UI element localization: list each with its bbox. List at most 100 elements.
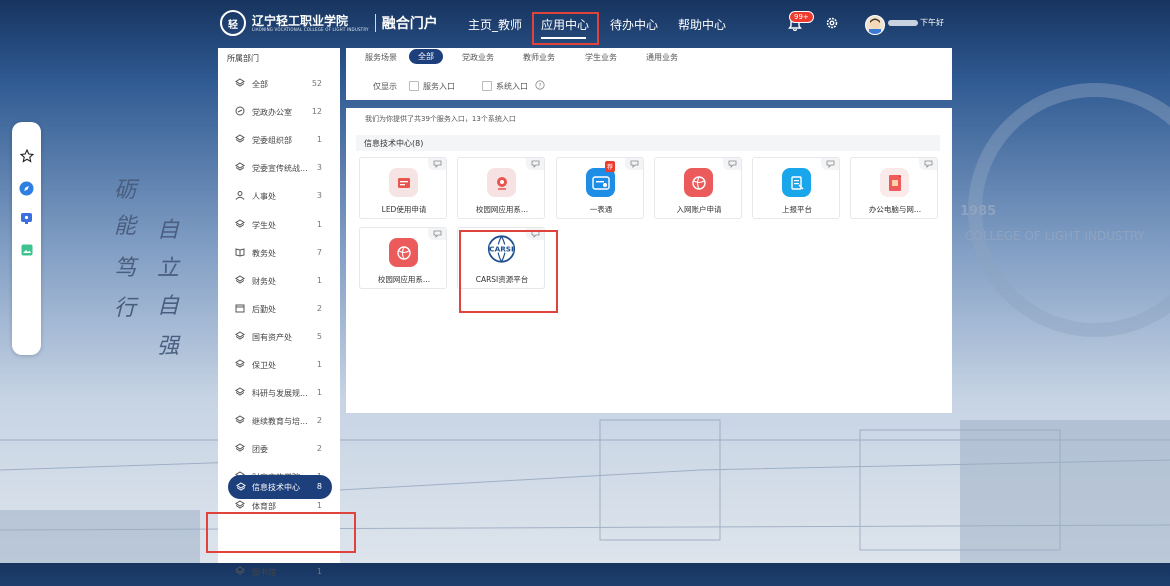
sidebar-item-label: 团委 [252, 445, 268, 455]
layers-icon [235, 134, 245, 143]
nav-todo-center[interactable]: 待办中心 [610, 16, 658, 33]
app-card-led-apply[interactable]: LED使用申请 [359, 157, 447, 219]
calligraphy-char: 强 [157, 334, 180, 359]
layers-icon [235, 415, 245, 424]
sidebar-item-count: 3 [316, 191, 322, 201]
calligraphy-char: 能 [114, 214, 137, 239]
gear-icon[interactable] [826, 17, 838, 29]
sidebar-item-label: 党委宣传统战... [252, 164, 308, 174]
monitor-icon[interactable] [19, 211, 34, 226]
system-entry-checkbox[interactable] [482, 81, 492, 91]
layers-icon [235, 566, 245, 575]
app-card-campus-net[interactable]: 校园网应用系... [457, 157, 545, 219]
favorite-icon[interactable] [821, 158, 839, 170]
chip-teacher-business[interactable]: 教师业务 [523, 52, 555, 63]
globe-icon [684, 168, 713, 197]
app-card-label: 一表通 [589, 205, 613, 214]
system-entry-label[interactable]: 系统入口 [496, 81, 528, 92]
report-icon [782, 168, 811, 197]
favorite-icon[interactable] [919, 158, 937, 170]
college-seal-background: COLLEGE OF LIGHT INDUSTRY 1985 [960, 83, 1170, 337]
sidebar-item-label: 学生处 [252, 220, 276, 230]
favorite-icon[interactable] [428, 158, 446, 170]
chip-student-business[interactable]: 学生业务 [585, 52, 617, 63]
sidebar-item-count: 1 [316, 275, 322, 285]
sidebar-item-count: 2 [316, 444, 322, 454]
image-icon[interactable] [19, 242, 34, 257]
sidebar-item[interactable]: 继续教育与培... 2 [218, 407, 340, 435]
sidebar-item[interactable]: 国有资产处 5 [218, 323, 340, 351]
chip-all[interactable]: 全部 [409, 49, 443, 64]
highlight-box-nav [532, 12, 599, 45]
favorite-icon[interactable] [723, 158, 741, 170]
app-card-label: 办公电脑与网... [868, 205, 922, 214]
chip-general-business[interactable]: 通用业务 [646, 52, 678, 63]
portal-name: 融合门户 [381, 16, 438, 32]
favorite-icon[interactable] [428, 228, 446, 240]
quick-dock [12, 122, 41, 355]
entry-summary: 我们为你提供了共39个服务入口，13个系统入口 [365, 115, 516, 123]
app-card-label: 校园网应用系... [475, 205, 529, 214]
college-logo[interactable]: 轻 辽宁轻工职业学院 LIAONING VOCATIONAL COLLEGE O… [220, 10, 438, 36]
sidebar-item-count: 3 [316, 163, 322, 173]
sidebar-item[interactable]: 学生处 1 [218, 211, 340, 239]
app-card-network-account[interactable]: 入网账户申请 [654, 157, 742, 219]
sidebar-item[interactable]: 党政办公室 12 [218, 98, 340, 126]
app-card-label: LED使用申请 [381, 205, 427, 214]
led-apply-icon [389, 168, 418, 197]
sidebar-item[interactable]: 科研与发展规... 1 [218, 379, 340, 407]
sidebar-item-label: 科研与发展规... [252, 389, 308, 399]
sidebar-item-count: 1 [316, 388, 322, 398]
sidebar-item-count: 1 [316, 566, 322, 576]
help-circle-icon[interactable]: ? [535, 80, 545, 90]
sidebar-item-count: 52 [311, 79, 322, 88]
sidebar-item-active[interactable]: 信息技术中心 8 [228, 475, 332, 499]
sidebar-item[interactable]: 全部 52 [218, 70, 340, 98]
sidebar-item[interactable]: 人事处 3 [218, 182, 340, 210]
sidebar-item[interactable]: 团委 2 [218, 435, 340, 463]
sidebar-item-count: 8 [316, 482, 322, 491]
nav-help-center[interactable]: 帮助中心 [678, 16, 726, 33]
school-name-en: LIAONING VOCATIONAL COLLEGE OF LIGHT IND… [252, 26, 369, 32]
sidebar-item[interactable]: 后勤处 2 [218, 295, 340, 323]
app-card-report-platform[interactable]: 上报平台 [752, 157, 840, 219]
layers-icon [235, 387, 245, 396]
sidebar-item[interactable]: 图书馆 1 [218, 558, 340, 586]
group-header-bar [356, 135, 940, 151]
scene-label: 服务场景 [365, 53, 397, 62]
app-card-office-pc[interactable]: 办公电脑与网... [850, 157, 938, 219]
sidebar-item-label: 图书馆 [252, 567, 276, 577]
sidebar-item[interactable]: 财务处 1 [218, 267, 340, 295]
compass-icon[interactable] [19, 181, 34, 196]
favorite-icon[interactable] [625, 158, 643, 170]
chip-party-business[interactable]: 党政业务 [462, 52, 494, 63]
favorite-icon[interactable] [526, 158, 544, 170]
greeting-text[interactable]: 下午好 [920, 17, 944, 28]
sidebar-item[interactable]: 教务处 7 [218, 239, 340, 267]
sidebar-item-label: 保卫处 [252, 361, 276, 370]
user-avatar[interactable] [865, 15, 885, 35]
service-entry-label[interactable]: 服务入口 [423, 81, 455, 92]
sidebar-title: 所属部门 [227, 54, 259, 63]
sidebar-item-count: 1 [316, 135, 322, 145]
highlight-box-carsi [459, 230, 558, 313]
layers-icon [236, 482, 246, 491]
sidebar-item[interactable]: 党委宣传统战... 3 [218, 154, 340, 182]
sidebar-item[interactable]: 保卫处 1 [218, 351, 340, 379]
layers-icon [235, 78, 245, 87]
app-card-campus-net-2[interactable]: 校园网应用系... [359, 227, 447, 289]
service-entry-checkbox[interactable] [409, 81, 419, 91]
layers-icon [235, 275, 245, 284]
party-icon [235, 106, 245, 116]
sidebar-item-count: 1 [316, 500, 322, 510]
layers-icon [235, 359, 245, 368]
nav-home-teacher[interactable]: 主页_教师 [468, 16, 522, 33]
sidebar-item-label: 体育部 [252, 501, 276, 511]
star-icon[interactable] [19, 148, 34, 163]
school-name: 辽宁轻工职业学院 [252, 13, 349, 28]
sidebar-item-count: 2 [316, 303, 322, 313]
app-card-label: 上报平台 [782, 205, 812, 214]
app-card-one-form[interactable]: 一表通 [556, 157, 644, 219]
sidebar-item[interactable]: 党委组织部 1 [218, 126, 340, 154]
sidebar-item-label: 继续教育与培... [252, 417, 308, 427]
